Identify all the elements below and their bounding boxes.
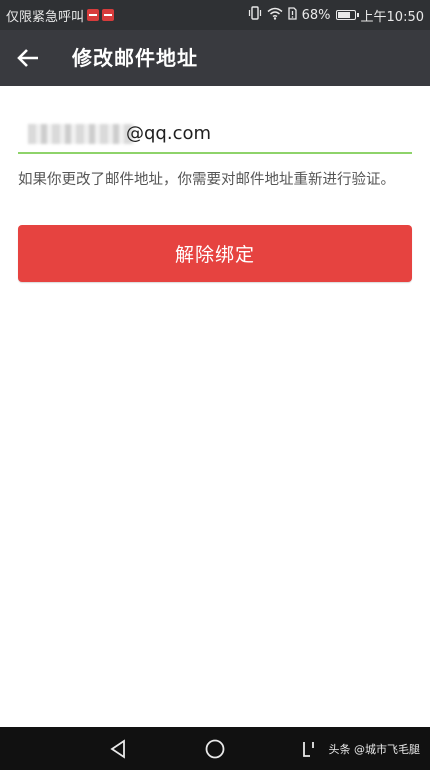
status-right: 68% 上午10:50 [248, 0, 424, 30]
verification-hint: 如果你更改了邮件地址，你需要对邮件地址重新进行验证。 [18, 172, 395, 188]
circle-home-icon [205, 739, 225, 758]
wifi-icon [267, 7, 283, 24]
status-left: 仅限紧急呼叫 [6, 0, 115, 30]
battery-fill [337, 12, 350, 18]
back-button[interactable] [10, 40, 46, 76]
notification-icon [102, 9, 115, 21]
nav-back-button[interactable] [97, 727, 141, 770]
arrow-left-icon [17, 49, 38, 67]
sim-icon [287, 6, 297, 24]
redacted-email-prefix [28, 124, 134, 144]
page-title: 修改邮件地址 [72, 46, 198, 70]
triangle-back-icon [110, 738, 125, 759]
carrier-text: 仅限紧急呼叫 [6, 9, 85, 25]
battery-icon [335, 10, 359, 20]
email-input[interactable] [126, 118, 406, 148]
vibrate-icon [248, 6, 262, 24]
battery-percent: 68% [301, 7, 331, 23]
unbind-button[interactable]: 解除绑定 [18, 225, 412, 282]
navigation-bar: 头条 @城市飞毛腿 [0, 727, 430, 770]
screen: 仅限紧急呼叫 68% 上午10:50 修改邮件地址 @qq.com 如果你更改了… [0, 0, 430, 770]
nav-home-button[interactable] [193, 727, 237, 770]
status-bar: 仅限紧急呼叫 68% 上午10:50 [0, 0, 430, 30]
watermark: 头条 @城市飞毛腿 [328, 743, 421, 756]
notification-icon [87, 9, 100, 21]
bracket-recent-icon [303, 741, 314, 757]
email-field[interactable] [18, 114, 412, 154]
clock: 上午10:50 [360, 9, 424, 25]
app-bar: 修改邮件地址 [0, 30, 430, 86]
nav-recent-button[interactable] [288, 727, 332, 770]
